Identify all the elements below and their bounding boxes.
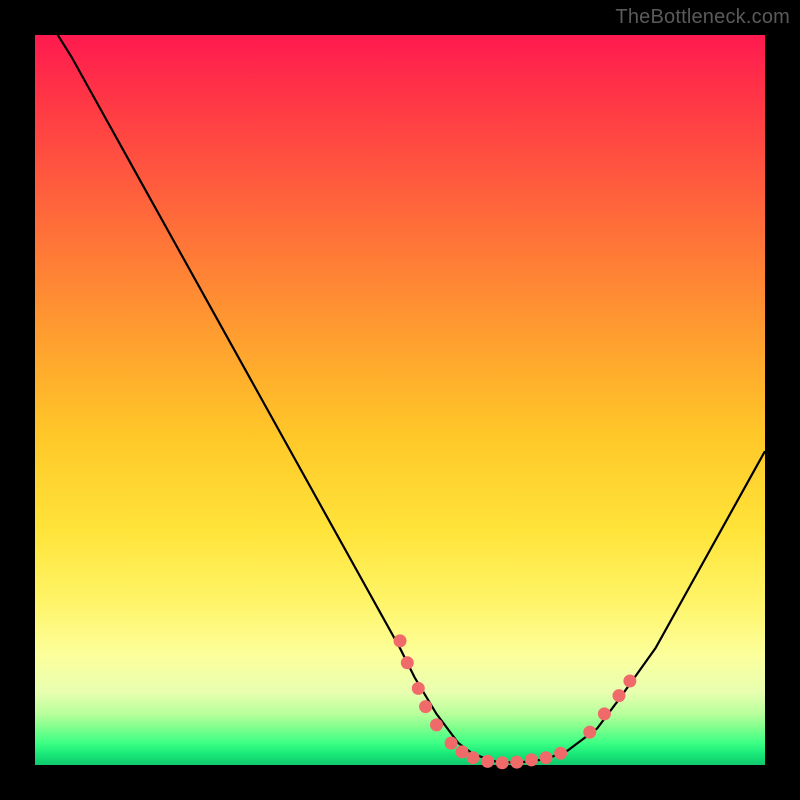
plot-area [35, 35, 765, 765]
highlight-dot [496, 756, 509, 769]
watermark-text: TheBottleneck.com [615, 6, 790, 29]
highlight-dot [467, 751, 480, 764]
highlight-dot [456, 745, 469, 758]
highlight-dot [510, 756, 523, 769]
highlight-dot [419, 700, 432, 713]
highlight-dots-group [394, 634, 637, 769]
highlight-dot [445, 737, 458, 750]
curve-svg [35, 35, 765, 765]
highlight-dot [623, 675, 636, 688]
bottleneck-curve [35, 0, 765, 763]
highlight-dot [430, 718, 443, 731]
highlight-dot [583, 726, 596, 739]
highlight-dot [481, 755, 494, 768]
highlight-dot [412, 682, 425, 695]
highlight-dot [554, 747, 567, 760]
highlight-dot [598, 707, 611, 720]
highlight-dot [525, 753, 538, 766]
highlight-dot [394, 634, 407, 647]
highlight-dot [401, 656, 414, 669]
highlight-dot [613, 689, 626, 702]
highlight-dot [540, 751, 553, 764]
chart-frame: TheBottleneck.com [0, 0, 800, 800]
